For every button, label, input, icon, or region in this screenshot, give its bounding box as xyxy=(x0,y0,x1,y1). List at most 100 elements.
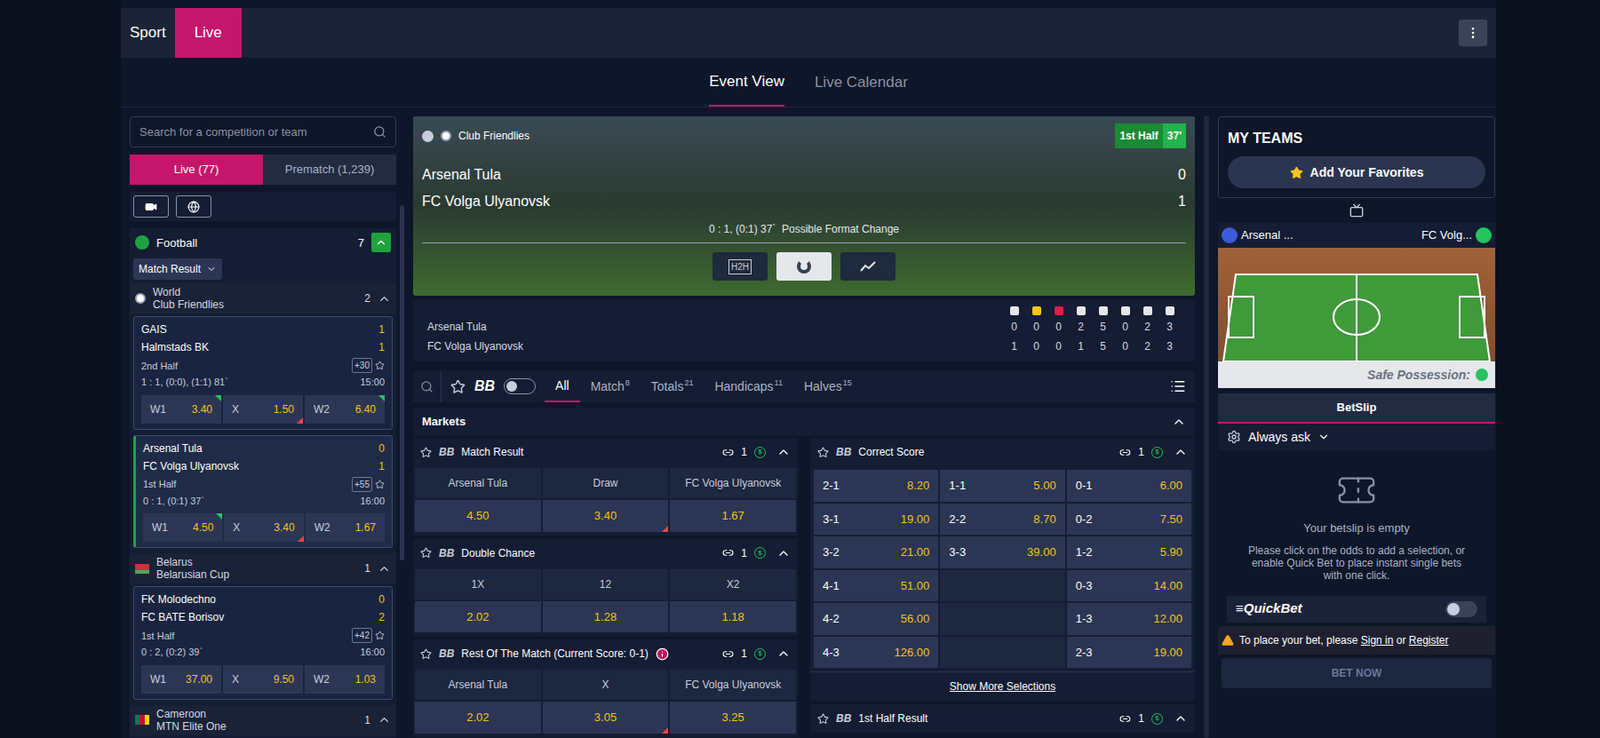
odds-button[interactable]: X3.40 xyxy=(223,513,303,542)
sidebar-scrollbar[interactable] xyxy=(399,205,405,561)
chevron-up-icon[interactable] xyxy=(1173,445,1188,460)
score-odds[interactable]: 1-15.00 xyxy=(939,469,1065,502)
center-scrollbar[interactable] xyxy=(1203,116,1210,738)
odds-button[interactable]: X1.50 xyxy=(222,395,303,424)
view-tab[interactable]: Event View xyxy=(708,57,785,107)
match-card[interactable]: FK Molodechno0FC BATE Borisov21st Half+4… xyxy=(133,586,393,701)
market-tab[interactable]: All xyxy=(544,370,581,403)
trend-down-icon xyxy=(661,727,669,734)
star-icon[interactable] xyxy=(420,547,432,559)
competition-header[interactable]: WorldClub Friendlies2 xyxy=(129,283,397,314)
pie-button[interactable] xyxy=(776,252,832,281)
market-header[interactable]: BB1st Half Result1$ xyxy=(810,704,1195,733)
top-tab[interactable]: Live xyxy=(175,7,242,58)
market-header[interactable]: BBRest Of The Match (Current Score: 0-1)… xyxy=(413,639,798,669)
chevron-up-icon[interactable] xyxy=(776,646,791,661)
odds-button[interactable]: W26.40 xyxy=(304,395,385,424)
info-icon[interactable] xyxy=(655,647,669,661)
star-icon[interactable] xyxy=(420,648,432,661)
score-odds[interactable]: 2-28.70 xyxy=(939,503,1065,536)
score-odds[interactable]: 3-119.00 xyxy=(813,503,939,536)
list-icon[interactable] xyxy=(1170,378,1187,395)
market-tab[interactable]: Halves15 xyxy=(793,370,863,403)
odds-button[interactable]: 1.18 xyxy=(669,601,797,634)
bb-toggle[interactable] xyxy=(503,378,536,395)
match-card[interactable]: Arsenal Tula0FC Volga Ulyanovsk11st Half… xyxy=(133,435,393,550)
mode-tab[interactable]: Live (77) xyxy=(129,154,263,184)
score-odds[interactable]: 1-25.90 xyxy=(1066,536,1192,569)
view-tab[interactable]: Live Calendar xyxy=(814,57,908,107)
menu-button[interactable] xyxy=(1458,19,1488,47)
score-odds[interactable]: 3-221.00 xyxy=(813,536,939,569)
match-card[interactable]: GAIS1Halmstads BK12nd Half+301 : 1, (0:0… xyxy=(133,316,393,430)
bet-mode-select[interactable]: Always ask xyxy=(1217,423,1496,451)
away-team: FC Volga Ulyanovsk xyxy=(421,191,550,213)
chevron-up-icon[interactable] xyxy=(776,546,791,561)
favorite-star-icon[interactable] xyxy=(374,360,385,371)
h2h-button[interactable]: H2H xyxy=(712,252,768,281)
score-odds[interactable]: 4-3126.00 xyxy=(813,636,939,669)
star-icon[interactable] xyxy=(420,446,432,459)
chevron-up-icon[interactable] xyxy=(776,445,791,460)
market-header[interactable]: BBCorrect Score1$ xyxy=(810,437,1195,467)
score-odds[interactable]: 4-151.00 xyxy=(813,570,939,603)
globe-filter[interactable] xyxy=(175,195,212,219)
market-tab[interactable]: Totals21 xyxy=(640,370,705,403)
odds-button[interactable]: W13.40 xyxy=(141,395,222,424)
market-header[interactable]: BBMatch Result1$ xyxy=(413,437,798,467)
markets-header[interactable]: Markets xyxy=(413,407,1195,437)
chevron-up-icon[interactable] xyxy=(1173,711,1188,726)
odds-button[interactable]: 4.50 xyxy=(414,500,542,533)
score-odds[interactable]: 0-314.00 xyxy=(1066,570,1192,603)
register-link[interactable]: Register xyxy=(1408,634,1449,647)
favorite-star-icon[interactable] xyxy=(374,479,385,490)
show-more-link[interactable]: Show More Selections xyxy=(810,671,1195,701)
chart-button[interactable] xyxy=(840,252,896,281)
market-tab[interactable]: Handicaps11 xyxy=(703,370,794,403)
away-score: 2 xyxy=(378,609,385,626)
odds-button[interactable]: 2.02 xyxy=(414,701,542,734)
market-tab[interactable]: Match8 xyxy=(580,370,641,403)
sign-in-link[interactable]: Sign in xyxy=(1361,634,1394,647)
star-icon[interactable] xyxy=(450,379,466,395)
favorite-star-icon[interactable] xyxy=(374,630,385,641)
odds-button[interactable]: W21.67 xyxy=(305,513,385,542)
betslip-tab[interactable]: BetSlip xyxy=(1217,393,1496,424)
odds-button[interactable]: 2.02 xyxy=(414,601,542,634)
score-odds[interactable]: 0-27.50 xyxy=(1066,503,1192,536)
odds-button[interactable]: W137.00 xyxy=(141,665,222,694)
more-markets[interactable]: +30 xyxy=(351,358,373,374)
score-odds[interactable]: 2-18.20 xyxy=(813,469,939,502)
star-icon[interactable] xyxy=(817,446,829,459)
score-odds[interactable]: 2-319.00 xyxy=(1066,636,1192,669)
more-markets[interactable]: +42 xyxy=(351,628,373,644)
competition-header[interactable]: CameroonMTN Elite One1 xyxy=(129,705,397,736)
score-odds[interactable]: 3-339.00 xyxy=(939,536,1065,569)
add-favorites-button[interactable]: Add Your Favorites xyxy=(1227,156,1486,189)
odds-button[interactable]: W14.50 xyxy=(143,513,223,542)
bet-now-button[interactable]: BET NOW xyxy=(1221,658,1492,689)
star-icon[interactable] xyxy=(817,713,829,725)
top-tab[interactable]: Sport xyxy=(120,7,176,58)
odds-button[interactable]: 1.28 xyxy=(542,601,669,634)
odds-button[interactable]: 3.25 xyxy=(669,701,797,734)
more-markets[interactable]: +55 xyxy=(351,477,373,493)
odds-button[interactable]: 1.67 xyxy=(669,500,797,533)
tv-icon[interactable] xyxy=(1349,203,1364,218)
odds-button[interactable]: 3.40 xyxy=(542,500,669,533)
odds-button[interactable]: X9.50 xyxy=(222,665,303,694)
market-select[interactable]: Match Result xyxy=(133,258,223,280)
odds-button[interactable]: 3.05 xyxy=(542,701,669,734)
score-odds[interactable]: 4-256.00 xyxy=(813,603,939,636)
search-icon[interactable] xyxy=(420,380,434,394)
search-field[interactable]: Search for a competition or team xyxy=(129,116,397,148)
odds-button[interactable]: W21.03 xyxy=(304,665,385,694)
competition-header[interactable]: BelarusBelarusian Cup1 xyxy=(129,553,397,584)
score-odds[interactable]: 1-312.00 xyxy=(1066,603,1192,636)
quickbet-toggle[interactable] xyxy=(1445,601,1478,618)
mode-tab[interactable]: Prematch (1,239) xyxy=(262,154,397,184)
market-header[interactable]: BBDouble Chance1$ xyxy=(413,539,798,568)
score-odds[interactable]: 0-16.00 xyxy=(1066,469,1192,502)
video-filter[interactable] xyxy=(133,195,169,219)
sport-header[interactable]: Football7 xyxy=(129,228,397,257)
